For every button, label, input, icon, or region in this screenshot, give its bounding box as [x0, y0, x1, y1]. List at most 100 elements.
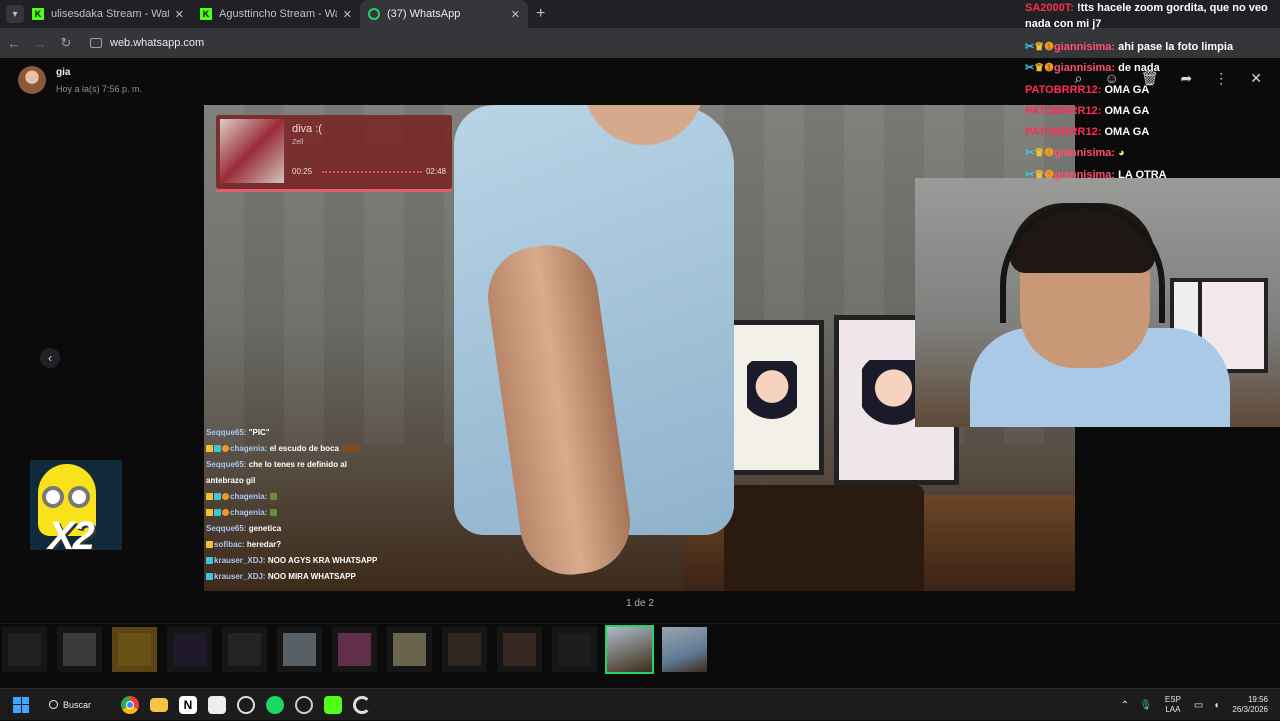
chatgpt-icon[interactable]	[237, 695, 256, 714]
chat-text: de nada	[1118, 62, 1160, 75]
chat-line: PATOBRRR12: OMA GA	[1025, 101, 1280, 122]
crown-icon: ♛	[1034, 147, 1045, 160]
file-explorer-icon[interactable]	[150, 697, 169, 712]
chat-line: ✂♛❶giannisima: ahi pase la foto limpia	[1025, 37, 1280, 58]
chat-line: ✂♛❶giannisima: LA OTRA	[1025, 165, 1280, 186]
reload-icon[interactable]: ↻	[54, 35, 78, 51]
tab-whatsapp[interactable]: (37) WhatsApp ✕	[360, 0, 528, 28]
windows-start-icon[interactable]	[13, 696, 29, 713]
chat-line: Seqque65: genetica	[206, 521, 446, 537]
stream-chat-overlay: Seqque65: "PIC" chagenia: el escudo de b…	[206, 425, 446, 585]
sword-icon: ✂	[1025, 168, 1035, 181]
badge-icon	[206, 445, 213, 453]
media-thumbnail[interactable]	[222, 627, 267, 672]
notion-icon[interactable]: N	[179, 695, 198, 714]
chrome-icon[interactable]	[121, 695, 140, 714]
chat-line: Seqque65: che lo tenes re definido al	[206, 457, 446, 473]
badge-icon	[206, 557, 213, 565]
webcam-overlay	[915, 178, 1280, 427]
clock[interactable]: 19:56 26/3/2026	[1232, 695, 1268, 715]
song-artist: Zell	[292, 139, 304, 146]
media-thumbnail[interactable]	[277, 627, 322, 672]
spotify-icon[interactable]	[266, 695, 285, 714]
stream-overlay-chat: SA2000T: !tts hacele zoom gordita, que n…	[1025, 0, 1280, 186]
media-thumbnail[interactable]	[112, 627, 157, 672]
media-thumbnail[interactable]	[332, 627, 377, 672]
chat-user: giannisima:	[1053, 62, 1116, 75]
chat-line: antebrazo gil	[206, 473, 446, 489]
chat-text: el escudo de boca	[269, 444, 339, 453]
system-tray: ⌃ 🎙 ESP LAA ▭ ◖ 19:56 26/3/2026	[1116, 689, 1280, 721]
chevron-up-icon[interactable]: ⌃	[1121, 700, 1129, 711]
tab-agusttincho[interactable]: K Agusttincho Stream - Watch Liv ✕	[192, 0, 360, 28]
badge-icon	[214, 445, 221, 453]
microphone-icon[interactable]: 🎙	[1139, 700, 1152, 711]
minion-sticker: X2	[30, 460, 122, 550]
input-language[interactable]: ESP LAA	[1165, 695, 1181, 715]
media-thumbnail[interactable]	[442, 627, 487, 672]
volume-icon[interactable]: ◖	[1213, 700, 1219, 711]
network-icon[interactable]: ▭	[1194, 700, 1203, 711]
chat-line: chagenia: el escudo de boca	[206, 441, 446, 457]
chat-user: Seqque65:	[206, 460, 247, 469]
crown-icon: ♛	[1034, 41, 1045, 53]
chat-user: chagenia:	[230, 508, 268, 517]
chat-text: antebrazo gil	[206, 476, 256, 485]
sender-name: gia	[56, 66, 71, 78]
chat-user: PATOBRRR12:	[1025, 83, 1102, 96]
back-arrow-icon[interactable]: ←	[2, 36, 26, 51]
close-icon[interactable]: ✕	[175, 8, 184, 21]
chat-line: ✂♛❶giannisima: de nada	[1025, 58, 1280, 79]
badge-icon	[222, 445, 229, 453]
url-field[interactable]: web.whatsapp.com	[90, 37, 204, 49]
taskbar-search[interactable]: Buscar	[49, 700, 91, 710]
badge-icon	[214, 493, 221, 501]
crown-icon	[206, 541, 213, 549]
media-thumbnail[interactable]	[387, 627, 432, 672]
site-info-icon[interactable]	[90, 38, 102, 48]
new-tab-button[interactable]: +	[536, 5, 545, 23]
song-progress-track	[322, 171, 422, 173]
avatar[interactable]	[18, 66, 46, 94]
capture-icon[interactable]	[208, 695, 227, 714]
song-title: diva :(	[292, 123, 322, 135]
sword-icon: ✂	[1025, 41, 1035, 53]
chat-user: Seqque65:	[206, 524, 247, 533]
steam-icon[interactable]	[295, 695, 314, 714]
tab-ulisesdaka[interactable]: K ulisesdaka Stream - Watch Live ✕	[24, 0, 192, 28]
media-thumbnail[interactable]	[167, 627, 212, 672]
chat-user: Seqque65:	[206, 428, 247, 437]
badge-icon	[222, 509, 229, 517]
badge-icon: ❶	[1044, 168, 1054, 181]
media-thumbnail[interactable]	[57, 627, 102, 672]
chair-image	[724, 485, 924, 591]
media-thumbnail[interactable]	[552, 627, 597, 672]
chat-text: che lo tenes re definido al	[248, 460, 347, 469]
crown-icon: ♛	[1034, 168, 1045, 181]
close-icon[interactable]: ✕	[343, 8, 352, 21]
song-current-time: 00:25	[292, 167, 313, 176]
lang-layout: LAA	[1165, 705, 1181, 714]
forward-arrow-icon[interactable]: →	[28, 36, 52, 51]
kick-icon[interactable]	[324, 695, 343, 714]
media-thumbnail-selected[interactable]	[605, 625, 654, 674]
album-art	[220, 119, 284, 183]
media-thumbnail[interactable]	[662, 627, 707, 672]
song-total-time: 02:48	[425, 167, 446, 176]
media-thumbnail[interactable]	[2, 627, 47, 672]
now-playing-widget: diva :( Zell 00:25 02:48	[216, 115, 452, 189]
chat-user: chagenia:	[230, 492, 268, 501]
ccleaner-icon[interactable]	[353, 695, 372, 714]
badge-icon	[206, 509, 213, 517]
chat-user: chagenia:	[230, 444, 268, 453]
chat-line: chagenia:	[206, 505, 446, 521]
chat-text: heredar?	[246, 540, 282, 549]
chat-text: "PIC"	[248, 428, 270, 437]
media-thumbnail[interactable]	[497, 627, 542, 672]
chat-user: PATOBRRR12:	[1025, 104, 1102, 117]
previous-media-button[interactable]: ‹	[40, 348, 60, 368]
close-icon[interactable]: ✕	[511, 8, 520, 21]
poster-image	[724, 320, 824, 475]
tab-search-button[interactable]: ▾	[6, 5, 24, 23]
search-icon	[49, 700, 58, 709]
